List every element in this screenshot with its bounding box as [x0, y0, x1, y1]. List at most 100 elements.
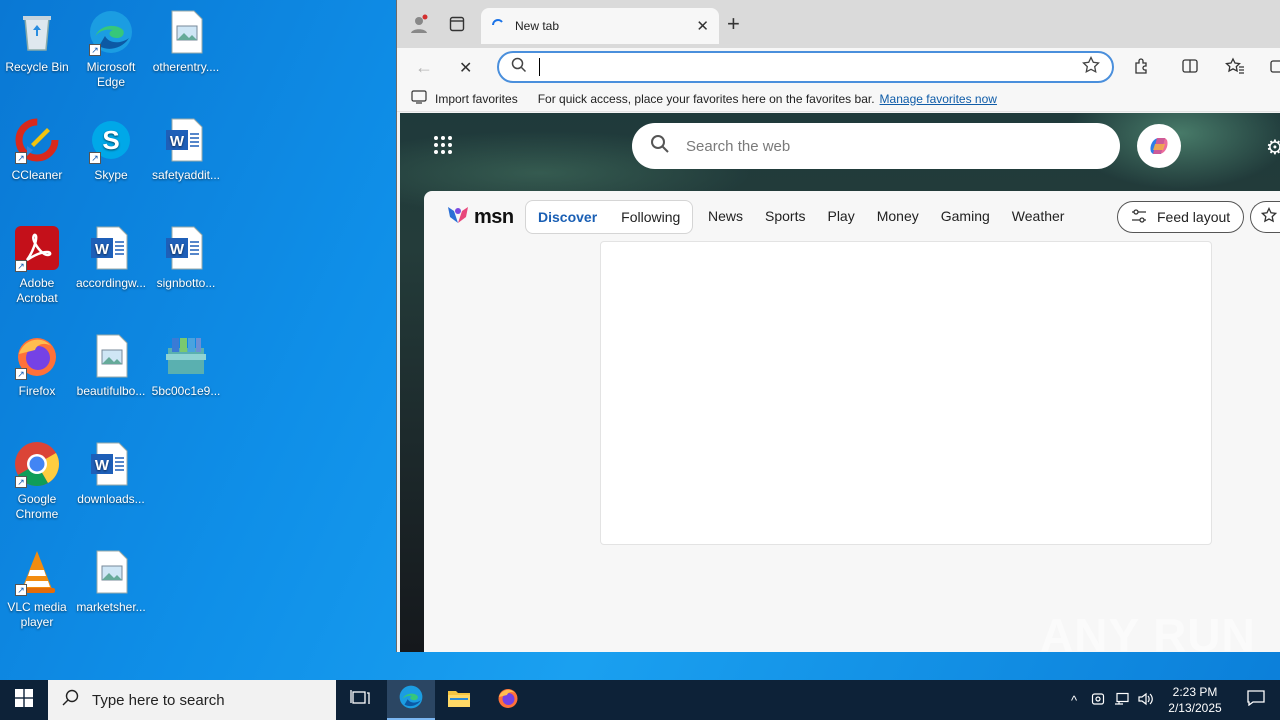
loading-spinner-icon [491, 18, 505, 35]
app-launcher-icon[interactable] [434, 136, 454, 156]
taskbar-file-explorer-button[interactable] [435, 680, 483, 720]
show-hidden-icons-chevron-icon[interactable]: ^ [1062, 693, 1086, 708]
feed-content-card [600, 241, 1212, 545]
action-center-button[interactable] [1232, 689, 1280, 711]
desktop-icon-5bc00c1e9[interactable]: 5bc00c1e9... [149, 332, 223, 399]
desktop-icon-label: safetyaddit... [151, 168, 221, 182]
svg-text:W: W [170, 133, 185, 150]
shortcut-arrow-icon: ↗ [15, 476, 27, 488]
nav-link-gaming[interactable]: Gaming [941, 208, 990, 224]
search-icon [511, 57, 527, 78]
desktop-icon-firefox[interactable]: ↗ Firefox [0, 332, 74, 399]
nav-link-weather[interactable]: Weather [1012, 208, 1065, 224]
desktop-icon-skype[interactable]: S ↗ Skype [74, 116, 148, 183]
tab-actions-icon[interactable] [445, 12, 469, 36]
address-input[interactable] [539, 58, 1082, 76]
profile-icon[interactable] [407, 12, 431, 36]
svg-text:S: S [102, 125, 119, 155]
volume-icon[interactable] [1134, 692, 1158, 709]
desktop-icon-marketsher[interactable]: marketsher... [74, 548, 148, 615]
msn-logo[interactable]: msn [446, 203, 514, 232]
taskbar-edge-button[interactable] [387, 680, 435, 720]
tab-following[interactable]: Following [609, 209, 692, 225]
desktop-icon-label: VLC media player [7, 600, 67, 629]
shortcut-arrow-icon: ↗ [15, 368, 27, 380]
collections-icon[interactable] [1269, 57, 1280, 80]
firefox-icon: ↗ [13, 332, 61, 380]
clock-date: 2/13/2025 [1168, 701, 1222, 715]
desktop-icon-adobe-acrobat[interactable]: ↗ Adobe Acrobat [0, 224, 74, 306]
new-tab-page: Search the web ⚙ msn Discover Following … [400, 113, 1280, 652]
tab-new-tab[interactable]: New tab ✕ [481, 8, 719, 44]
desktop-icon-beautifulbo[interactable]: beautifulbo... [74, 332, 148, 399]
desktop-icon-label: Adobe Acrobat [16, 276, 58, 305]
desktop-icon-signbotto[interactable]: W signbotto... [149, 224, 223, 291]
desktop-icon-accordingw[interactable]: W accordingw... [74, 224, 148, 291]
desktop-icon-label: accordingw... [75, 276, 147, 290]
address-bar[interactable] [497, 51, 1114, 83]
clock[interactable]: 2:23 PM 2/13/2025 [1158, 684, 1232, 716]
shortcut-arrow-icon: ↗ [15, 584, 27, 596]
desktop-icon-label: Firefox [18, 384, 56, 398]
nav-link-sports[interactable]: Sports [765, 208, 805, 224]
shortcut-arrow-icon: ↗ [15, 260, 27, 272]
msn-feed: msn Discover Following News Sports Play … [424, 191, 1280, 652]
clock-time: 2:23 PM [1172, 685, 1218, 699]
sliders-icon [1131, 208, 1147, 226]
favorite-star-icon[interactable] [1082, 55, 1100, 79]
taskbar-search-box[interactable]: Type here to search [48, 680, 336, 720]
tab-title: New tab [515, 19, 560, 33]
archive-icon [162, 332, 210, 380]
windows-logo-icon [15, 688, 33, 712]
desktop-icon-recycle-bin[interactable]: Recycle Bin [0, 8, 74, 75]
web-search-box[interactable]: Search the web [632, 123, 1120, 169]
nav-link-news[interactable]: News [708, 208, 743, 224]
feed-layout-label: Feed layout [1157, 209, 1231, 225]
split-screen-icon[interactable] [1181, 57, 1199, 80]
vlc-icon: ↗ [13, 548, 61, 596]
feed-layout-button[interactable]: Feed layout [1117, 201, 1245, 233]
new-tab-button[interactable]: + [727, 12, 740, 36]
task-view-button[interactable] [336, 680, 384, 720]
desktop-icon-otherentry[interactable]: otherentry.... [149, 8, 223, 75]
nav-link-play[interactable]: Play [827, 208, 854, 224]
meet-now-icon[interactable] [1086, 692, 1110, 709]
desktop-icon-label: Google Chrome [15, 492, 59, 521]
word-doc-icon: W [162, 116, 210, 164]
import-favorites-button[interactable]: Import favorites [435, 92, 518, 106]
nav-link-money[interactable]: Money [877, 208, 919, 224]
back-arrow-icon[interactable]: ← [415, 57, 433, 78]
skype-icon: S ↗ [87, 116, 135, 164]
tab-discover[interactable]: Discover [526, 209, 609, 225]
chrome-icon: ↗ [13, 440, 61, 488]
desktop-icon-label: downloads... [77, 492, 145, 506]
close-tab-icon[interactable]: ✕ [696, 17, 709, 35]
network-icon[interactable] [1110, 692, 1134, 709]
taskbar-firefox-button[interactable] [484, 680, 532, 720]
manage-favorites-link[interactable]: Manage favorites now [880, 92, 997, 106]
copilot-icon[interactable] [1137, 124, 1181, 168]
desktop-icon-downloads[interactable]: W downloads... [74, 440, 148, 507]
edge-browser-window: New tab ✕ + ← ✕ Import favorites For qui… [396, 0, 1280, 652]
browser-toolbar: ← ✕ [397, 48, 1280, 86]
favorites-icon[interactable] [1225, 57, 1245, 80]
feed-navigation: msn Discover Following News Sports Play … [424, 191, 1280, 239]
image-file-icon [87, 332, 135, 380]
desktop-icon-label: Recycle Bin [5, 60, 69, 74]
desktop-icon-vlc[interactable]: ↗ VLC media player [0, 548, 74, 630]
import-favorites-icon[interactable] [411, 90, 427, 107]
desktop-icon-ccleaner[interactable]: ↗ CCleaner [0, 116, 74, 183]
stop-loading-icon[interactable]: ✕ [459, 58, 472, 78]
settings-gear-icon[interactable]: ⚙ [1266, 135, 1280, 160]
desktop-icon-label: Microsoft Edge [86, 60, 136, 89]
svg-text:W: W [170, 241, 185, 258]
personalize-button[interactable] [1250, 201, 1280, 233]
svg-text:W: W [95, 241, 110, 258]
desktop-icon-google-chrome[interactable]: ↗ Google Chrome [0, 440, 74, 522]
taskbar: Type here to search ^ 2:23 PM 2/13/2025 [0, 680, 1280, 720]
desktop-icon-safetyaddit[interactable]: W safetyaddit... [149, 116, 223, 183]
msn-logo-text: msn [474, 206, 514, 228]
desktop-icon-microsoft-edge[interactable]: ↗ Microsoft Edge [74, 8, 148, 90]
start-button[interactable] [0, 680, 48, 720]
extensions-icon[interactable] [1133, 57, 1151, 80]
